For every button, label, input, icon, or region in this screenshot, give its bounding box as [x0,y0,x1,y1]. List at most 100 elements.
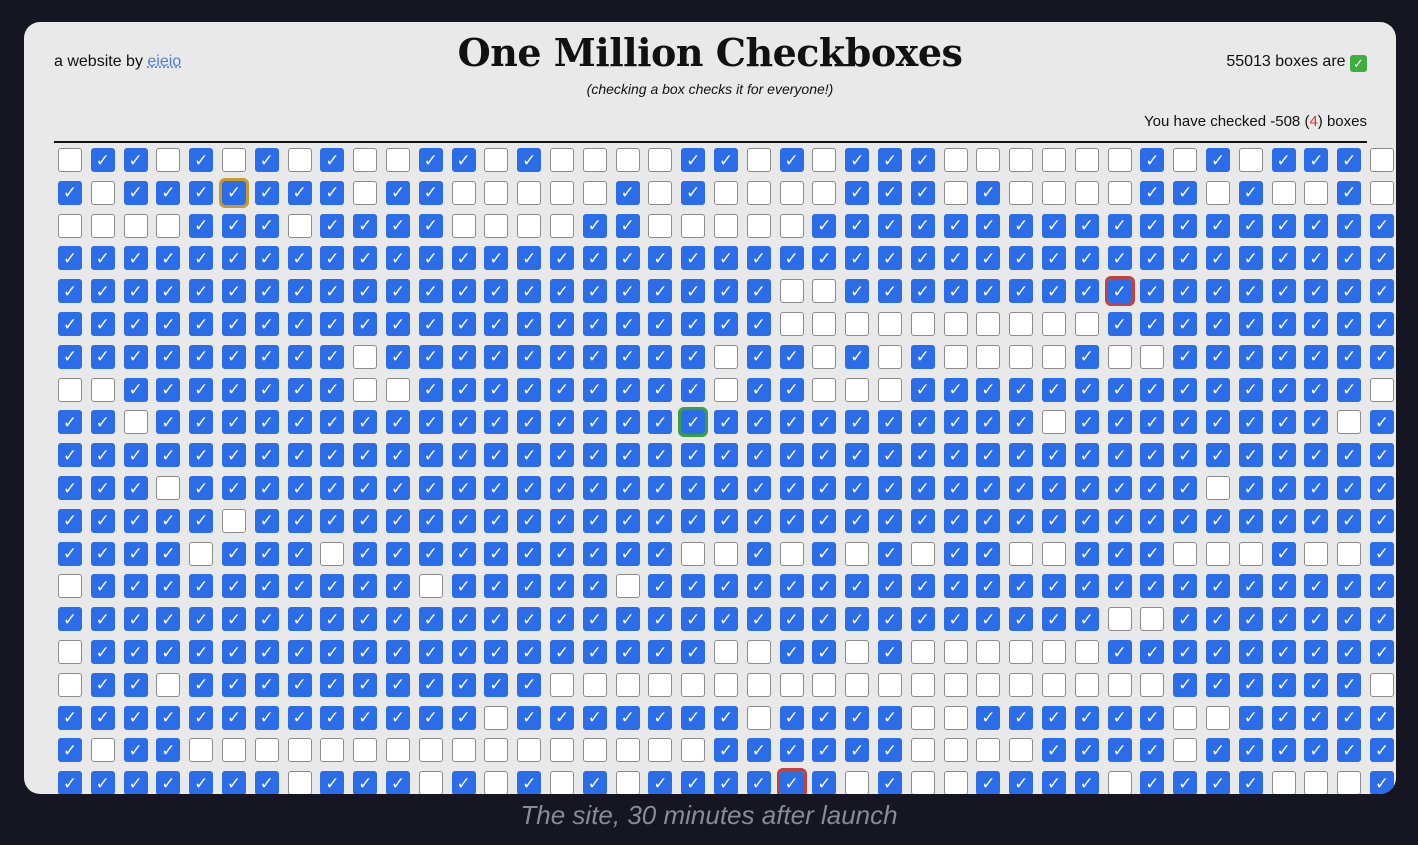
checkbox[interactable]: ✓ [320,640,345,664]
checkbox[interactable]: ✓ [320,705,345,730]
checkbox[interactable]: ✓ [550,410,574,435]
checkbox[interactable] [1074,672,1099,697]
checkbox[interactable]: ✓ [746,541,771,566]
checkbox[interactable]: ✓ [1140,738,1165,763]
checkbox[interactable] [1074,640,1099,664]
checkbox[interactable] [1042,344,1066,369]
checkbox[interactable]: ✓ [58,180,82,205]
checkbox[interactable]: ✓ [1173,246,1198,271]
checkbox[interactable]: ✓ [1271,607,1296,632]
checkbox[interactable]: ✓ [287,508,312,533]
checkbox[interactable]: ✓ [156,705,181,730]
checkbox[interactable]: ✓ [812,410,837,435]
checkbox[interactable]: ✓ [681,377,706,402]
checkbox[interactable] [1304,541,1329,566]
checkbox[interactable]: ✓ [1140,180,1165,205]
checkbox[interactable]: ✓ [812,476,837,500]
checkbox[interactable]: ✓ [812,705,837,730]
checkbox[interactable]: ✓ [1009,574,1034,599]
checkbox[interactable]: ✓ [320,508,345,533]
checkbox[interactable]: ✓ [746,508,771,533]
checkbox[interactable]: ✓ [517,541,542,566]
checkbox[interactable] [1074,180,1099,205]
checkbox[interactable]: ✓ [517,771,542,794]
checkbox[interactable]: ✓ [418,705,443,730]
checkbox[interactable] [812,312,837,336]
checkbox[interactable]: ✓ [910,246,935,271]
checkbox[interactable]: ✓ [156,574,181,599]
checkbox[interactable]: ✓ [582,377,607,402]
checkbox[interactable]: ✓ [123,312,148,336]
checkbox[interactable]: ✓ [1140,312,1165,336]
checkbox[interactable]: ✓ [287,279,312,304]
checkbox[interactable]: ✓ [254,148,279,172]
checkbox[interactable] [451,180,476,205]
checkbox[interactable]: ✓ [353,607,378,632]
checkbox[interactable]: ✓ [1238,246,1263,271]
checkbox[interactable]: ✓ [222,771,246,794]
checkbox[interactable] [1206,180,1230,205]
checkbox[interactable]: ✓ [812,443,837,468]
checkbox[interactable] [878,312,902,336]
checkbox[interactable]: ✓ [123,640,148,664]
checkbox[interactable]: ✓ [484,541,509,566]
checkbox[interactable]: ✓ [1009,476,1034,500]
checkbox[interactable]: ✓ [550,508,574,533]
checkbox[interactable]: ✓ [1238,771,1263,794]
checkbox[interactable] [353,344,378,369]
checkbox[interactable] [648,213,673,238]
checkbox[interactable]: ✓ [746,344,771,369]
checkbox[interactable] [943,180,968,205]
checkbox[interactable] [878,344,902,369]
checkbox[interactable] [779,180,804,205]
checkbox[interactable] [484,148,509,172]
checkbox[interactable]: ✓ [1009,213,1034,238]
checkbox[interactable]: ✓ [1206,246,1230,271]
checkbox[interactable]: ✓ [1009,377,1034,402]
checkbox[interactable]: ✓ [1271,476,1296,500]
checkbox[interactable]: ✓ [451,476,476,500]
checkbox[interactable]: ✓ [976,410,1001,435]
checkbox[interactable]: ✓ [1042,377,1066,402]
checkbox[interactable]: ✓ [90,705,115,730]
checkbox[interactable] [1304,180,1329,205]
checkbox[interactable]: ✓ [353,640,378,664]
checkbox[interactable]: ✓ [1107,476,1132,500]
checkbox[interactable]: ✓ [386,640,410,664]
checkbox[interactable]: ✓ [1304,705,1329,730]
checkbox[interactable]: ✓ [1238,410,1263,435]
checkbox[interactable]: ✓ [1271,344,1296,369]
checkbox[interactable]: ✓ [353,476,378,500]
checkbox[interactable] [58,640,82,664]
checkbox[interactable] [976,312,1001,336]
checkbox[interactable]: ✓ [287,377,312,402]
checkbox[interactable]: ✓ [222,705,246,730]
checkbox[interactable]: ✓ [386,312,410,336]
checkbox[interactable]: ✓ [812,607,837,632]
checkbox[interactable] [582,738,607,763]
checkbox[interactable] [976,640,1001,664]
checkbox[interactable]: ✓ [320,672,345,697]
checkbox[interactable] [484,180,509,205]
checkbox[interactable]: ✓ [1238,180,1263,205]
checkbox[interactable]: ✓ [254,771,279,794]
checkbox[interactable]: ✓ [615,476,640,500]
checkbox[interactable]: ✓ [386,246,410,271]
checkbox[interactable]: ✓ [1370,312,1394,336]
checkbox[interactable]: ✓ [878,738,902,763]
checkbox[interactable]: ✓ [943,410,968,435]
checkbox[interactable] [517,180,542,205]
checkbox[interactable]: ✓ [386,771,410,794]
checkbox[interactable]: ✓ [123,541,148,566]
checkbox[interactable] [287,738,312,763]
checkbox[interactable] [254,738,279,763]
checkbox[interactable]: ✓ [878,771,902,794]
checkbox[interactable]: ✓ [1337,607,1362,632]
checkbox[interactable] [976,672,1001,697]
checkbox[interactable]: ✓ [418,312,443,336]
checkbox[interactable]: ✓ [1140,246,1165,271]
checkbox[interactable]: ✓ [189,771,214,794]
checkbox[interactable]: ✓ [451,377,476,402]
checkbox[interactable]: ✓ [878,213,902,238]
checkbox[interactable]: ✓ [90,672,115,697]
